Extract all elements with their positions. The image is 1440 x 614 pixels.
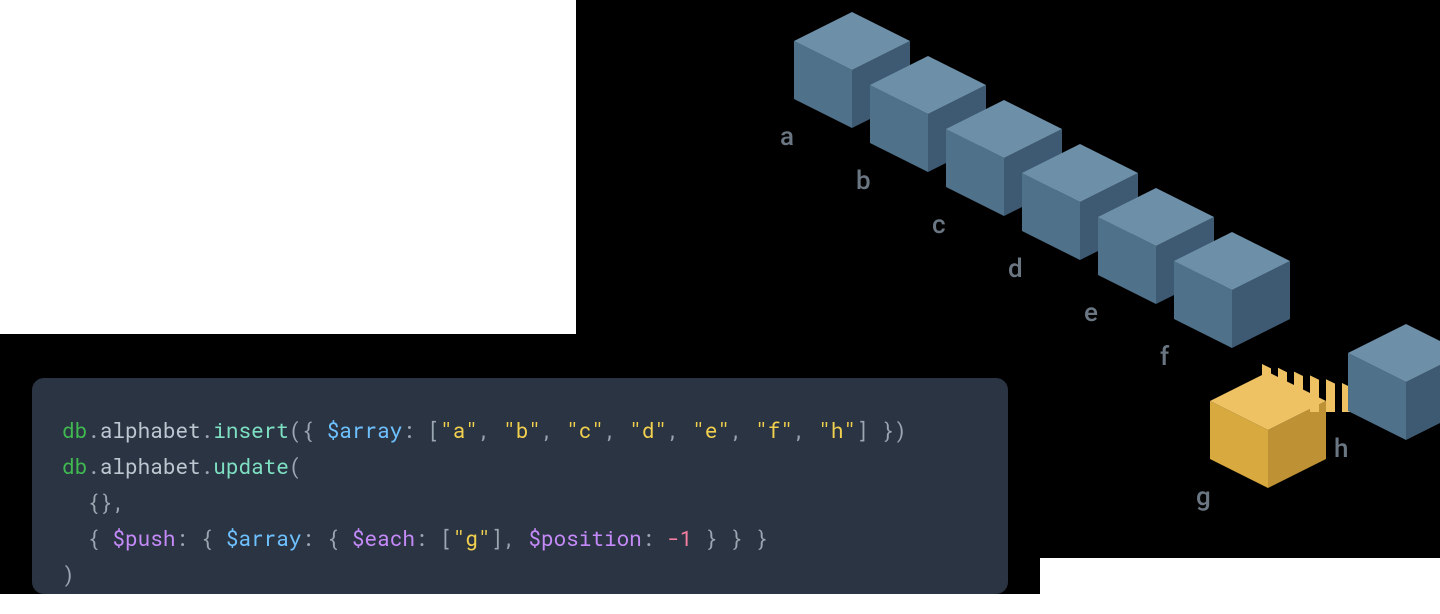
white-mask-right: [1040, 558, 1440, 614]
code-str-g: "g": [453, 524, 491, 552]
cube-d: [1080, 144, 1081, 145]
code-punc: ] }): [856, 416, 906, 444]
code-punc: : [: [415, 524, 453, 552]
cube-e: [1156, 188, 1157, 189]
code-punc: ({: [289, 416, 327, 444]
code-array-literals: "a", "b", "c", "d", "e", "f", "h": [440, 416, 856, 444]
cube-c: [1004, 100, 1005, 101]
cube-a: [852, 12, 853, 13]
white-mask-top-left: [0, 0, 576, 334]
code-fn-insert: insert: [213, 416, 289, 444]
code-punc: ],: [491, 524, 529, 552]
code-punc: :: [642, 524, 667, 552]
code-dot: .: [201, 416, 214, 444]
cube-f: [1232, 232, 1233, 233]
code-dot: .: [87, 416, 100, 444]
cube-label-g: g: [1196, 482, 1211, 512]
code-num: -1: [667, 524, 692, 552]
code-db-2: db: [62, 452, 87, 480]
code-punc: (: [289, 452, 302, 480]
code-line5: ): [62, 560, 75, 588]
code-dot: .: [201, 452, 214, 480]
cube-label-d: d: [1008, 254, 1023, 284]
code-key-push: $push: [112, 524, 175, 552]
code-coll-1: alphabet: [100, 416, 201, 444]
code-punc: : {: [301, 524, 351, 552]
code-fn-update: update: [213, 452, 289, 480]
code-coll-2: alphabet: [100, 452, 201, 480]
code-key-position: $position: [528, 524, 641, 552]
code-line3: {},: [62, 488, 125, 516]
code-punc: } } }: [692, 524, 768, 552]
cube-label-e: e: [1084, 298, 1098, 328]
code-db-1: db: [62, 416, 87, 444]
cube-b: [928, 56, 929, 57]
code-dot: .: [87, 452, 100, 480]
cube-h: [1406, 324, 1407, 325]
code-punc: : [: [402, 416, 440, 444]
cube-label-b: b: [856, 166, 871, 196]
code-key-array2: $array: [226, 524, 302, 552]
cube-label-a: a: [780, 122, 794, 152]
cube-label-c: c: [932, 210, 946, 240]
code-key-each: $each: [352, 524, 415, 552]
cube-label-h: h: [1334, 434, 1348, 464]
cube-label-f: f: [1160, 342, 1169, 372]
code-punc: {: [62, 524, 112, 552]
code-punc: : {: [175, 524, 225, 552]
code-key-array: $array: [327, 416, 403, 444]
code-card: db.alphabet.insert({ $array: ["a", "b", …: [32, 378, 1008, 594]
